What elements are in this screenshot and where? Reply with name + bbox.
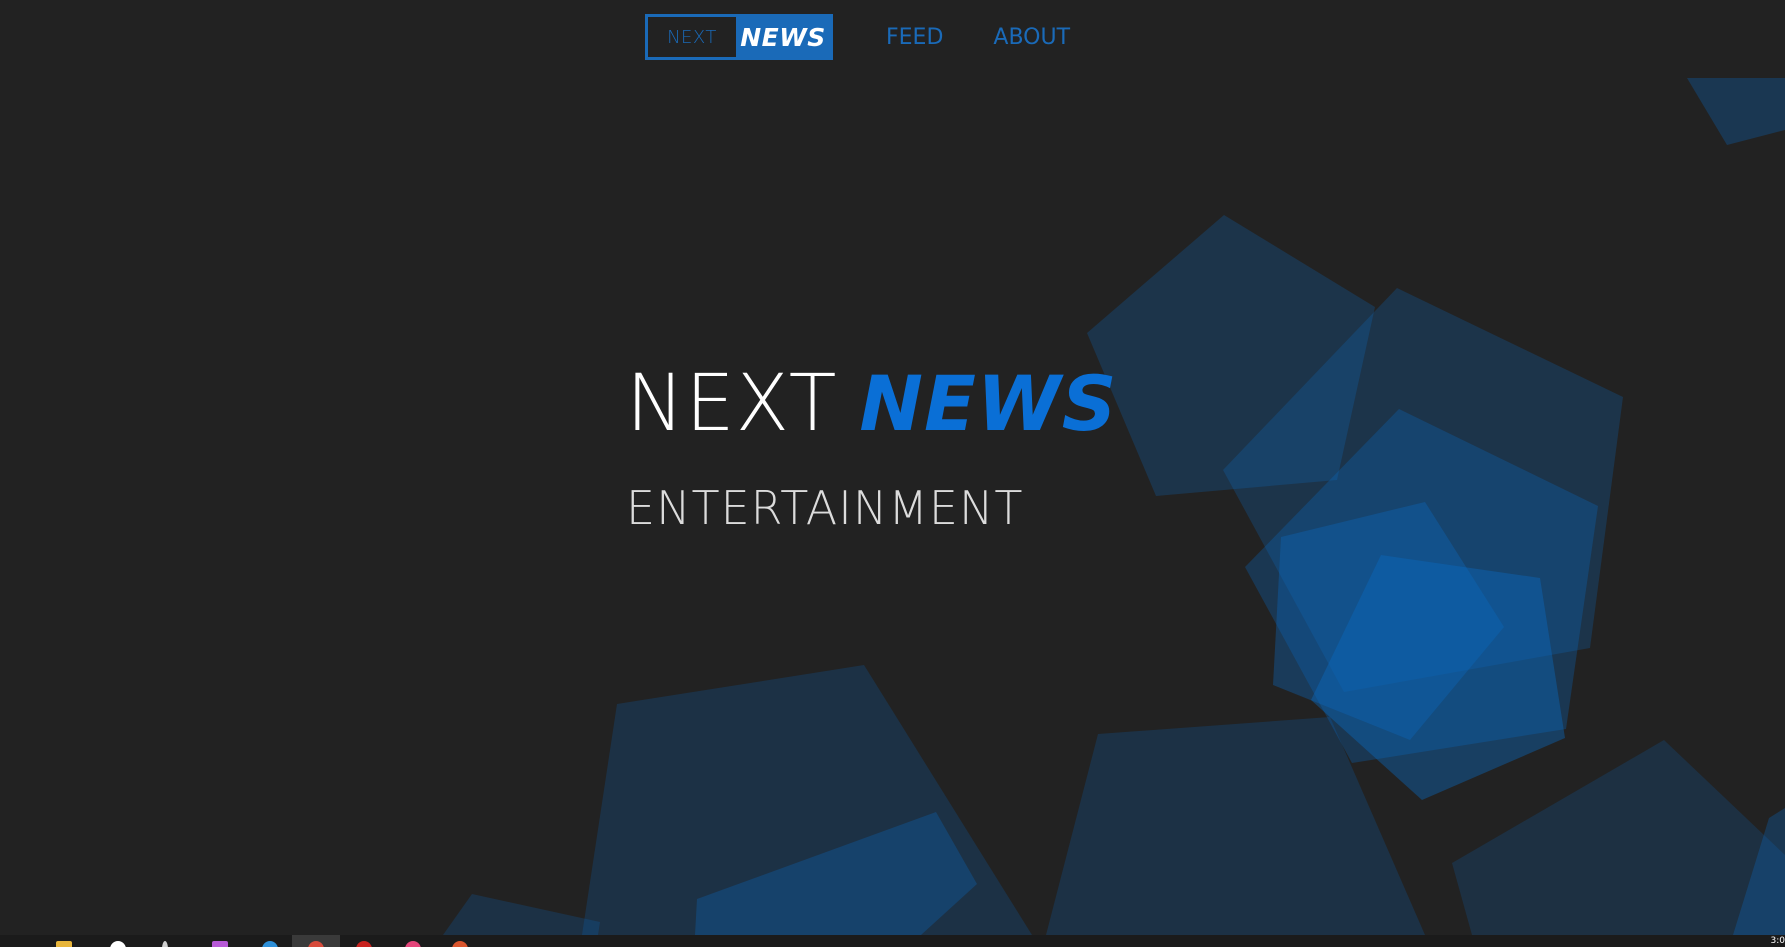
hero-title: NEXT NEWS (626, 365, 1117, 443)
hero-title-next: NEXT (626, 359, 838, 449)
bg-polygon (443, 894, 600, 935)
taskbar-app-icon[interactable] (356, 941, 372, 947)
taskbar-app-icon[interactable] (162, 941, 168, 947)
hero-subtitle: ENTERTAINMENT (626, 481, 1024, 535)
top-nav: NEXT NEWS FEED ABOUT (645, 14, 1070, 60)
taskbar-clock[interactable]: 3:0 (1771, 935, 1785, 947)
taskbar-app-icon[interactable] (110, 941, 126, 947)
taskbar: 3:0 (0, 935, 1785, 947)
logo-news-text: NEWS (736, 17, 830, 57)
hero: NEXT NEWS ENTERTAINMENT (626, 365, 1117, 535)
taskbar-app-icon[interactable] (405, 941, 421, 947)
taskbar-app-icon[interactable] (212, 941, 228, 947)
page: NEXT NEWS FEED ABOUT NEXT NEWS ENTERTAIN… (0, 0, 1785, 947)
hero-title-news: NEWS (859, 359, 1118, 448)
bg-polygon (1452, 740, 1785, 935)
taskbar-app-icon[interactable] (262, 941, 278, 947)
taskbar-folder-icon[interactable] (56, 941, 72, 947)
nav-logo[interactable]: NEXT NEWS (645, 14, 833, 60)
nav-link-feed[interactable]: FEED (886, 25, 943, 50)
bg-polygon (1687, 78, 1785, 145)
nav-link-about[interactable]: ABOUT (993, 25, 1070, 50)
logo-next-text: NEXT (667, 26, 717, 48)
taskbar-app-icon[interactable] (452, 941, 468, 947)
